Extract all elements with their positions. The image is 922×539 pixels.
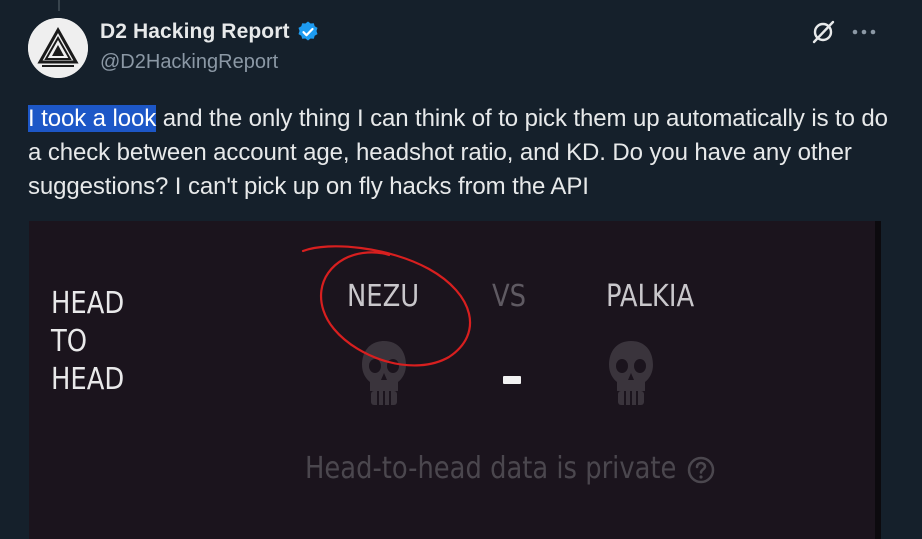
head-to-head-label: HEAD TO HEAD bbox=[51, 285, 124, 399]
tweet-card: D2 Hacking Report @D2HackingReport I too… bbox=[0, 0, 922, 539]
selected-text: I took a look bbox=[28, 105, 157, 132]
author-name-row: D2 Hacking Report bbox=[100, 20, 320, 44]
grok-icon[interactable] bbox=[809, 18, 837, 46]
media-edge bbox=[875, 221, 881, 539]
h2h-line-3: HEAD bbox=[51, 362, 125, 397]
h2h-line-2: TO bbox=[51, 324, 88, 359]
avatar[interactable] bbox=[28, 18, 88, 78]
skull-icon bbox=[606, 339, 656, 414]
verified-badge-icon[interactable] bbox=[296, 20, 320, 44]
thread-connector bbox=[58, 0, 60, 11]
question-circle-icon bbox=[686, 455, 716, 490]
private-data-notice: Head-to-head data is private bbox=[305, 451, 677, 486]
tweet-text: I took a look and the only thing I can t… bbox=[28, 102, 898, 204]
tweet-media-image[interactable]: HEAD TO HEAD NEZU VS PALKIA Head-to-head… bbox=[29, 221, 881, 539]
player-b-name: PALKIA bbox=[606, 279, 695, 314]
author-display-name[interactable]: D2 Hacking Report bbox=[100, 20, 290, 44]
author-handle[interactable]: @D2HackingReport bbox=[100, 51, 278, 74]
more-options-icon[interactable] bbox=[850, 22, 878, 42]
tweet-text-body: and the only thing I can think of to pic… bbox=[28, 105, 888, 200]
red-circle-annotation bbox=[301, 245, 472, 367]
h2h-line-1: HEAD bbox=[51, 286, 125, 321]
score-dash bbox=[503, 376, 521, 384]
